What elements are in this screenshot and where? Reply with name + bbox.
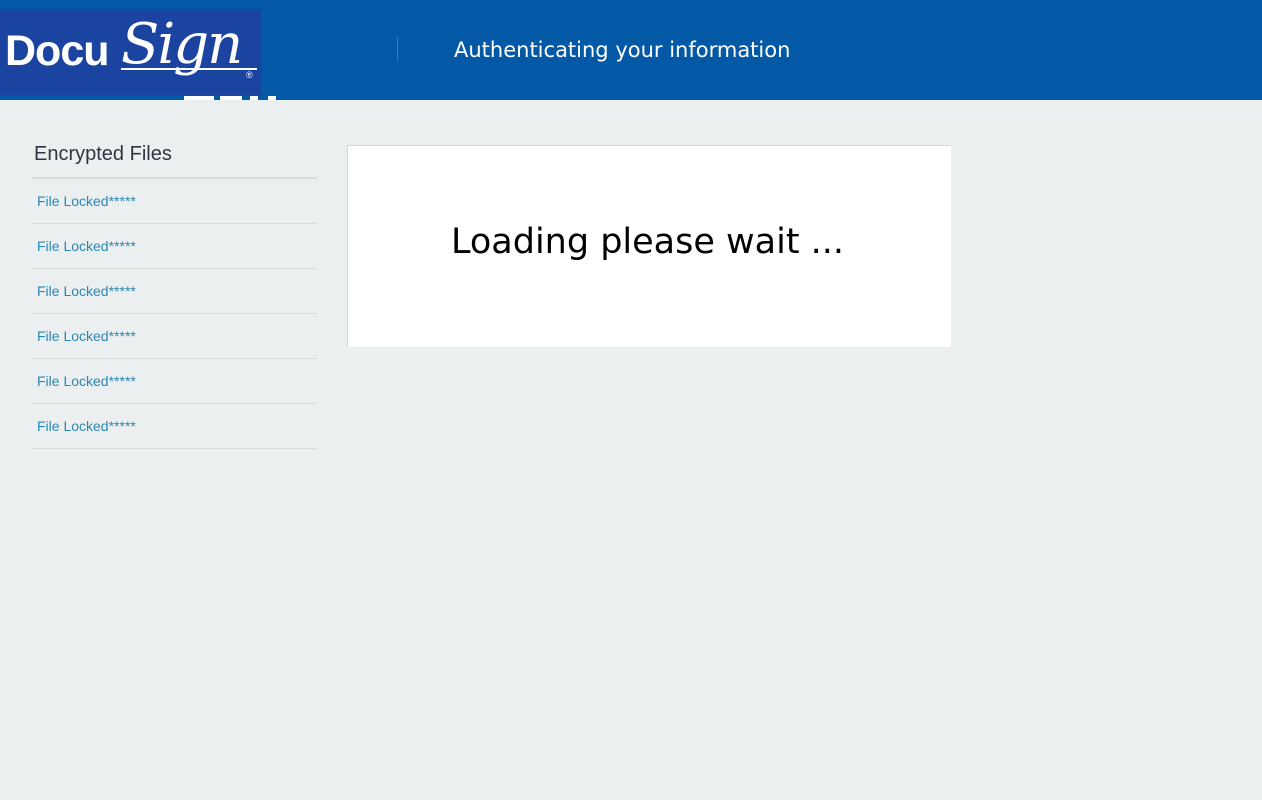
file-locked-link[interactable]: File Locked***** xyxy=(32,179,317,224)
file-locked-link[interactable]: File Locked***** xyxy=(32,404,317,449)
header-divider xyxy=(397,37,398,61)
file-locked-link[interactable]: File Locked***** xyxy=(32,269,317,314)
logo-docu-text: Docu xyxy=(5,27,109,75)
logo-underline xyxy=(121,68,257,70)
header-title: Authenticating your information xyxy=(454,38,791,62)
loading-panel: Loading please wait ... xyxy=(347,145,951,347)
logo-overflow-fragment xyxy=(184,96,288,100)
file-locked-link[interactable]: File Locked***** xyxy=(32,314,317,359)
logo-registered-mark: ® xyxy=(246,70,253,80)
loading-message: Loading please wait ... xyxy=(451,222,845,262)
header-bar: Docu Sign ® Authenticating your informat… xyxy=(0,0,1262,100)
file-locked-link[interactable]: File Locked***** xyxy=(32,224,317,269)
docusign-logo: Docu Sign ® xyxy=(0,9,261,95)
sidebar: Encrypted Files File Locked***** File Lo… xyxy=(32,140,317,449)
file-locked-link[interactable]: File Locked***** xyxy=(32,359,317,404)
logo-sign-text: Sign xyxy=(121,12,243,77)
sidebar-title: Encrypted Files xyxy=(32,140,317,179)
encrypted-files-list: File Locked***** File Locked***** File L… xyxy=(32,179,317,449)
